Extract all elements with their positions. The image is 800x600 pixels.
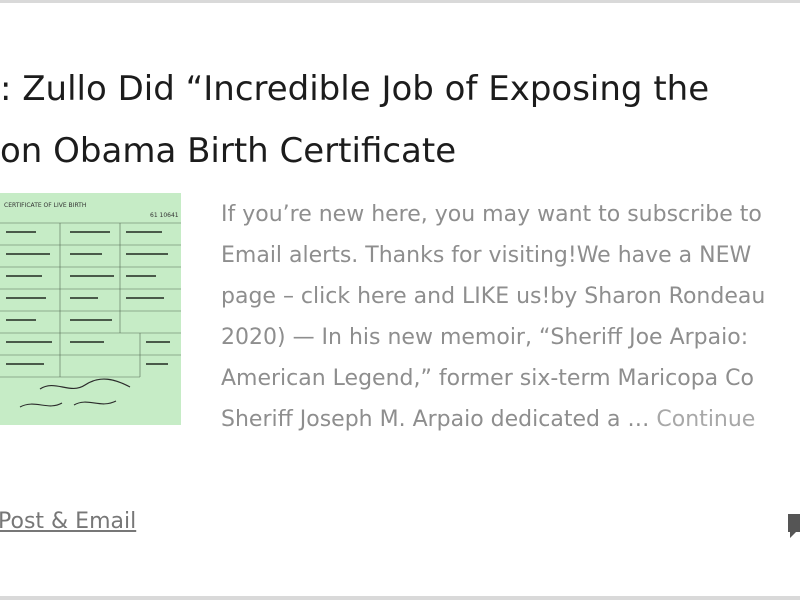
excerpt-line-3: page – click here and LIKE us!by Sharon … <box>221 284 766 309</box>
birth-certificate-image: CERTIFICATE OF LIVE BIRTH 61 10641 <box>0 193 181 425</box>
excerpt-line-6: Sheriff Joseph M. Arpaio dedicated a … C… <box>221 399 800 440</box>
bottom-divider <box>0 596 800 600</box>
excerpt-line-6-text: Sheriff Joseph M. Arpaio dedicated a … <box>221 407 657 432</box>
certificate-number-text: 61 10641 <box>150 212 179 219</box>
comment-bubble-shape <box>788 514 800 538</box>
excerpt-line-2: Email alerts. Thanks for visiting!We hav… <box>221 243 752 268</box>
comment-icon[interactable] <box>786 510 800 540</box>
article-card: : Zullo Did “Incredible Job of Exposing … <box>0 0 800 600</box>
certificate-header-text: CERTIFICATE OF LIVE BIRTH <box>4 202 86 209</box>
excerpt-line-5: American Legend,” former six-term Marico… <box>221 366 754 391</box>
title-line-1[interactable]: : Zullo Did “Incredible Job of Exposing … <box>0 58 800 120</box>
article-title-link[interactable]: : Zullo Did “Incredible Job of Exposing … <box>0 58 800 182</box>
author-link[interactable]: Post & Email <box>0 505 136 539</box>
article-excerpt: If you’re new here, you may want to subs… <box>221 194 800 440</box>
top-divider <box>0 0 800 3</box>
excerpt-line-4: 2020) — In his new memoir, “Sheriff Joe … <box>221 325 749 350</box>
excerpt-line-1: If you’re new here, you may want to subs… <box>221 202 762 227</box>
article-thumbnail[interactable]: CERTIFICATE OF LIVE BIRTH 61 10641 <box>0 193 181 425</box>
title-line-2[interactable]: on Obama Birth Certificate <box>0 120 800 182</box>
continue-reading-link[interactable]: Continue <box>656 407 755 432</box>
